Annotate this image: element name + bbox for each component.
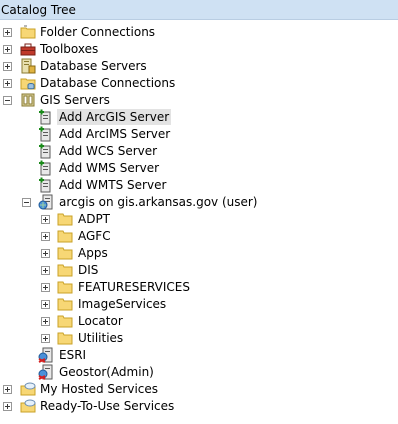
tree-node-add-wmts-server[interactable]: Add WMTS Server xyxy=(0,177,398,194)
tree-label[interactable]: Add ArcIMS Server xyxy=(57,126,172,142)
tree-node-folder-locator[interactable]: Locator xyxy=(0,313,398,330)
tree-node-esri[interactable]: ESRI xyxy=(0,347,398,364)
disconnected-server-icon xyxy=(38,364,54,380)
tree-node-geostor[interactable]: Geostor(Admin) xyxy=(0,364,398,381)
tree-label[interactable]: Ready-To-Use Services xyxy=(38,398,176,414)
folder-icon xyxy=(57,262,73,278)
expand-icon[interactable] xyxy=(3,62,12,71)
folder-icon xyxy=(57,211,73,227)
add-server-icon xyxy=(38,160,54,176)
tree-label[interactable]: Utilities xyxy=(76,330,125,346)
arcgis-server-connection-icon xyxy=(38,194,54,210)
tree-node-gis-servers[interactable]: GIS Servers xyxy=(0,92,398,109)
expand-icon[interactable] xyxy=(41,334,50,343)
tree-label[interactable]: AGFC xyxy=(76,228,113,244)
tree-node-database-connections[interactable]: Database Connections xyxy=(0,75,398,92)
catalog-tree-titlebar: Catalog Tree xyxy=(0,0,398,20)
tree-label[interactable]: Database Connections xyxy=(38,75,177,91)
expand-icon[interactable] xyxy=(3,402,12,411)
tree-label[interactable]: Toolboxes xyxy=(38,41,100,57)
add-server-icon xyxy=(38,177,54,193)
tree-node-toolboxes[interactable]: Toolboxes xyxy=(0,41,398,58)
tree-node-my-hosted-services[interactable]: My Hosted Services xyxy=(0,381,398,398)
tree-label[interactable]: FEATURESERVICES xyxy=(76,279,192,295)
expand-icon[interactable] xyxy=(41,215,50,224)
expand-icon[interactable] xyxy=(41,283,50,292)
folder-icon xyxy=(57,279,73,295)
tree-label[interactable]: Folder Connections xyxy=(38,24,157,40)
tree-node-folder-connections[interactable]: Folder Connections xyxy=(0,24,398,41)
expand-icon[interactable] xyxy=(41,300,50,309)
window-title: Catalog Tree xyxy=(1,3,76,17)
tree-node-folder-utilities[interactable]: Utilities xyxy=(0,330,398,347)
folder-connection-icon xyxy=(20,24,36,40)
tree-node-folder-apps[interactable]: Apps xyxy=(0,245,398,262)
tree-label[interactable]: Add ArcGIS Server xyxy=(57,109,172,125)
tree-label[interactable]: Add WCS Server xyxy=(57,143,159,159)
add-server-icon xyxy=(38,143,54,159)
toolbox-icon xyxy=(20,41,36,57)
tree-label[interactable]: DIS xyxy=(76,262,100,278)
database-server-icon xyxy=(20,58,36,74)
tree-label[interactable]: My Hosted Services xyxy=(38,381,160,397)
tree-node-add-arcims-server[interactable]: Add ArcIMS Server xyxy=(0,126,398,143)
hosted-services-icon xyxy=(20,381,36,397)
tree-node-add-wcs-server[interactable]: Add WCS Server xyxy=(0,143,398,160)
expand-icon[interactable] xyxy=(3,79,12,88)
tree-label[interactable]: Apps xyxy=(76,245,110,261)
catalog-tree[interactable]: Folder Connections Toolboxes Database Se… xyxy=(0,20,398,424)
tree-label[interactable]: ImageServices xyxy=(76,296,168,312)
collapse-icon[interactable] xyxy=(3,96,12,105)
tree-label[interactable]: Geostor(Admin) xyxy=(57,364,156,380)
tree-node-arcgis-connection[interactable]: arcgis on gis.arkansas.gov (user) xyxy=(0,194,398,211)
folder-icon xyxy=(57,330,73,346)
tree-node-folder-imageservices[interactable]: ImageServices xyxy=(0,296,398,313)
add-server-icon xyxy=(38,126,54,142)
tree-label[interactable]: Add WMTS Server xyxy=(57,177,168,193)
tree-node-folder-adpt[interactable]: ADPT xyxy=(0,211,398,228)
expand-icon[interactable] xyxy=(41,232,50,241)
expand-icon[interactable] xyxy=(3,385,12,394)
expand-icon[interactable] xyxy=(41,249,50,258)
ready-to-use-services-icon xyxy=(20,398,36,414)
tree-node-add-arcgis-server[interactable]: Add ArcGIS Server xyxy=(0,109,398,126)
tree-node-database-servers[interactable]: Database Servers xyxy=(0,58,398,75)
expand-icon[interactable] xyxy=(3,45,12,54)
tree-node-folder-agfc[interactable]: AGFC xyxy=(0,228,398,245)
tree-label[interactable]: Database Servers xyxy=(38,58,149,74)
disconnected-server-icon xyxy=(38,347,54,363)
tree-node-folder-dis[interactable]: DIS xyxy=(0,262,398,279)
gis-server-folder-icon xyxy=(20,92,36,108)
tree-label[interactable]: Add WMS Server xyxy=(57,160,161,176)
tree-label[interactable]: Locator xyxy=(76,313,125,329)
folder-icon xyxy=(57,313,73,329)
tree-node-ready-to-use-services[interactable]: Ready-To-Use Services xyxy=(0,398,398,415)
folder-icon xyxy=(57,296,73,312)
folder-icon xyxy=(57,245,73,261)
tree-node-add-wms-server[interactable]: Add WMS Server xyxy=(0,160,398,177)
add-server-icon xyxy=(38,109,54,125)
tree-label[interactable]: ADPT xyxy=(76,211,112,227)
tree-label[interactable]: ESRI xyxy=(57,347,88,363)
collapse-icon[interactable] xyxy=(22,198,31,207)
database-connection-icon xyxy=(20,75,36,91)
folder-icon xyxy=(57,228,73,244)
tree-node-folder-featureservices[interactable]: FEATURESERVICES xyxy=(0,279,398,296)
expand-icon[interactable] xyxy=(41,317,50,326)
tree-label[interactable]: arcgis on gis.arkansas.gov (user) xyxy=(57,194,260,210)
expand-icon[interactable] xyxy=(41,266,50,275)
expand-icon[interactable] xyxy=(3,28,12,37)
tree-label[interactable]: GIS Servers xyxy=(38,92,112,108)
